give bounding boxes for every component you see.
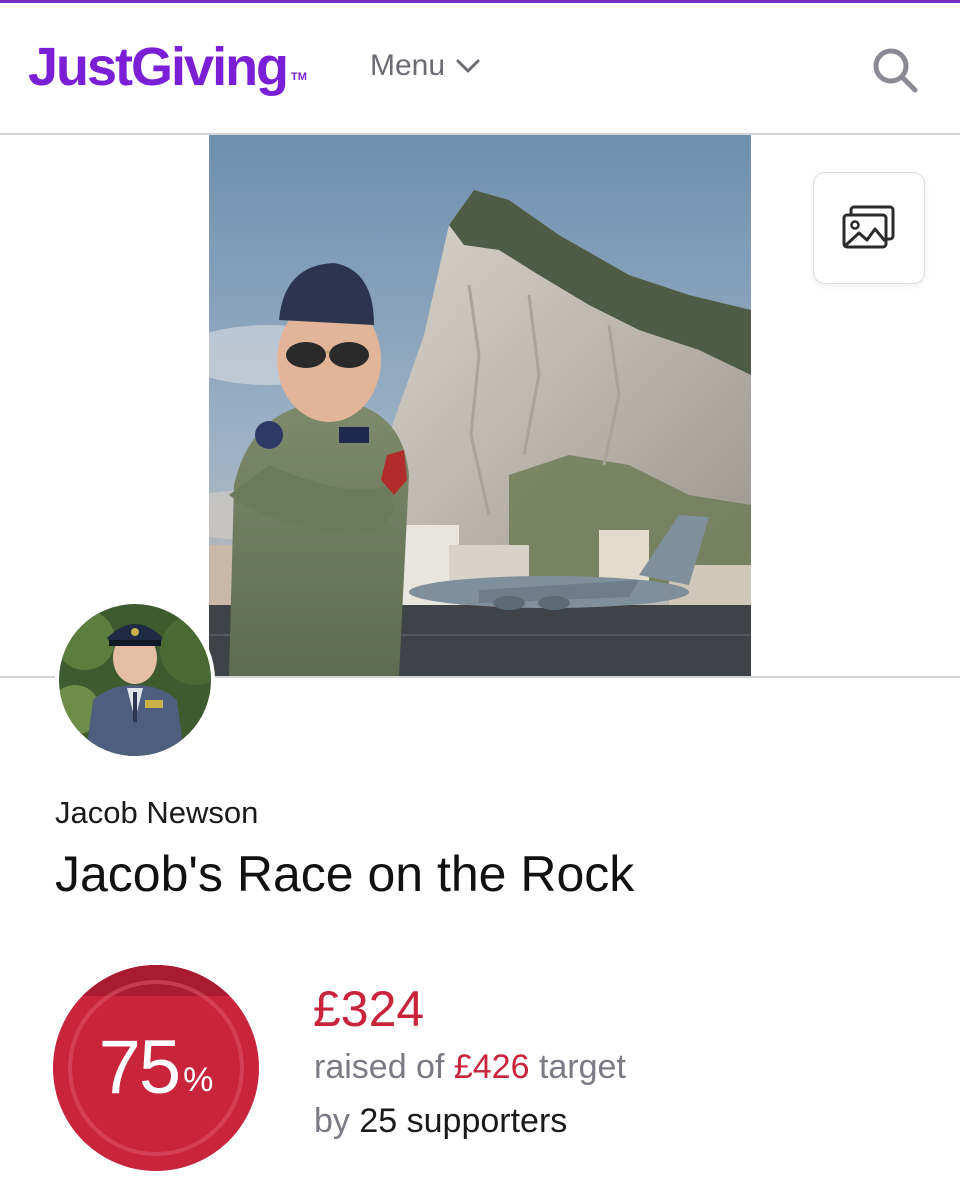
search-icon (873, 48, 918, 93)
image-gallery-button[interactable] (813, 172, 925, 284)
by-label: by (314, 1102, 350, 1140)
avatar-photo (55, 600, 215, 760)
target-amount: £426 (453, 1048, 530, 1086)
logo-text: JustGiving (28, 37, 289, 97)
page-title: Jacob's Race on the Rock (55, 846, 635, 902)
menu-label: Menu (370, 49, 446, 82)
target-label: target (538, 1048, 626, 1086)
hero-image[interactable] (209, 135, 751, 676)
supporters-line: by 25 supporters (314, 1102, 567, 1141)
raised-of-label: raised of (314, 1048, 445, 1086)
image-gallery-icon (842, 205, 895, 249)
progress-percent-value: 75 (98, 1025, 182, 1110)
site-header: JustGiving TM Menu (0, 3, 960, 133)
progress-percent: 75% (51, 963, 261, 1173)
supporters-count[interactable]: 25 supporters (359, 1102, 567, 1140)
search-button[interactable] (870, 45, 920, 95)
target-line: raised of £426 target (314, 1048, 626, 1087)
chevron-down-icon (456, 59, 480, 73)
logo-trademark: TM (291, 71, 307, 83)
justgiving-logo[interactable]: JustGiving TM (28, 37, 307, 97)
amount-raised: £324 (313, 981, 425, 1037)
avatar[interactable] (55, 600, 215, 760)
menu-button[interactable]: Menu (370, 49, 481, 83)
fundraiser-name: Jacob Newson (55, 795, 259, 830)
hero-photo (209, 135, 751, 676)
progress-percent-sign: % (183, 1060, 214, 1099)
